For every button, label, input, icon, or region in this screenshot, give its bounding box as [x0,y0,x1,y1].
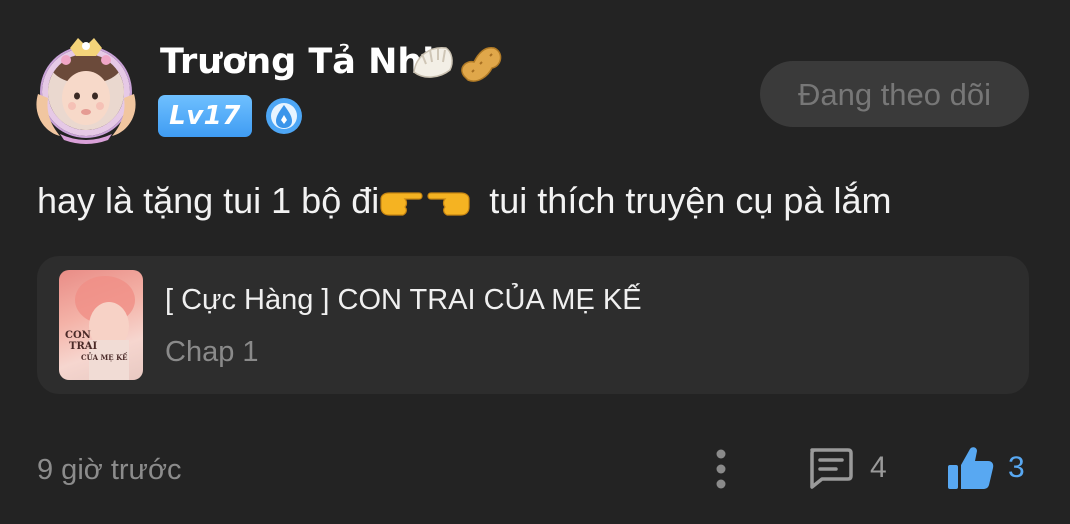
story-card[interactable]: CON TRAI CỦA MẸ KẾ [ Cực Hàng ] CON TRAI… [37,256,1029,394]
story-cover-image: CON TRAI CỦA MẸ KẾ [59,270,143,380]
point-right-icon [380,192,423,216]
like-count: 3 [1008,451,1025,484]
dumpling-icon [413,47,453,78]
comment-text: hay là tặng tui 1 bộ đi tui thích truyện… [37,176,891,226]
reply-button[interactable]: 4 [806,443,902,493]
more-vertical-icon [716,449,726,489]
username[interactable]: Trương Tả Nhi [160,36,434,88]
timestamp: 9 giờ trước [37,454,182,486]
avatar[interactable] [30,34,142,146]
comment-text-start: hay là tặng tui 1 bộ đi [37,180,380,221]
water-drop-badge-icon [266,98,302,134]
peanut-icon [461,46,502,82]
cover-title-text: CON TRAI CỦA MẸ KẾ [65,330,128,362]
avatar-frame-icon [36,38,136,144]
point-left-icon [427,192,470,216]
comment-icon [810,448,853,489]
reply-count: 4 [870,451,887,484]
story-chapter: Chap 1 [165,336,259,368]
follow-button[interactable]: Đang theo dõi [760,61,1029,127]
level-badge: Lv17 [158,95,252,137]
comment-post: Trương Tả Nhi Lv17 Đang theo dõi hay là … [0,0,1070,524]
story-title[interactable]: [ Cực Hàng ] CON TRAI CỦA MẸ KẾ [165,284,642,317]
like-button[interactable]: 3 [946,441,1036,495]
thumbs-up-icon [948,447,994,489]
comment-text-end: tui thích truyện cụ pà lắm [489,180,892,221]
more-options-button[interactable] [706,446,736,492]
